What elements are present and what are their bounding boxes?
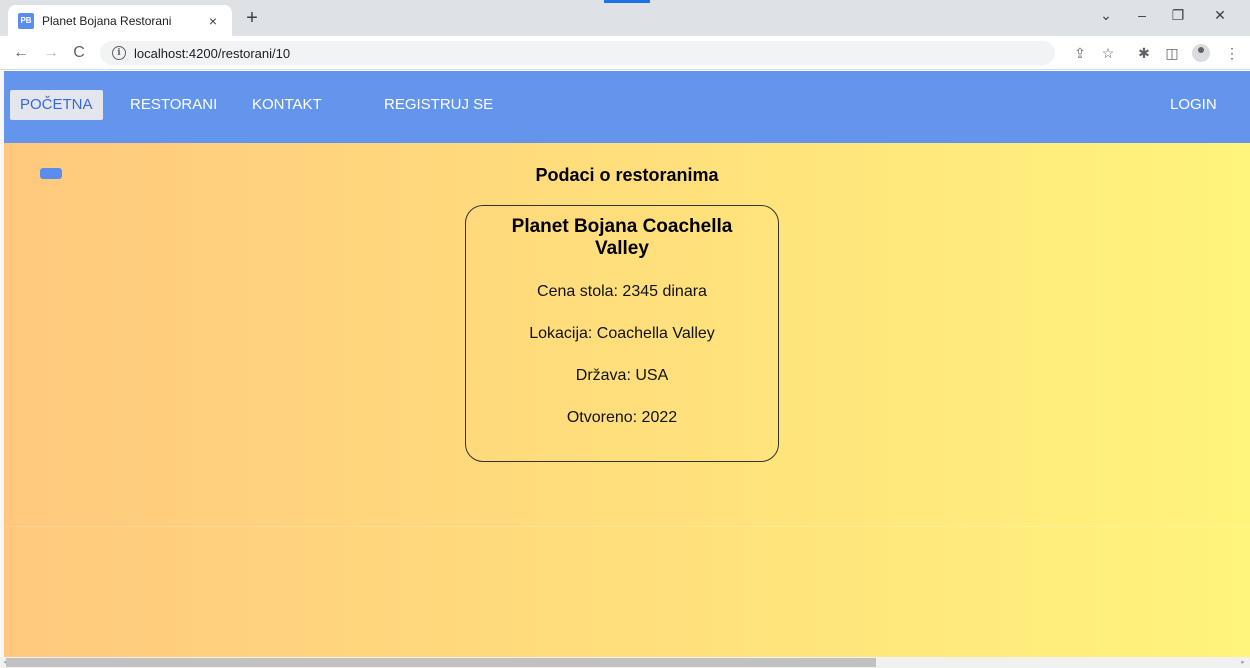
scrollbar-thumb[interactable]: [6, 658, 876, 667]
browser-menu-icon[interactable]: ⋮: [1222, 44, 1242, 62]
tab-title: Planet Bojana Restorani: [42, 13, 172, 28]
horizontal-scrollbar[interactable]: ◂ ▸: [0, 657, 1250, 668]
tab-search-chevron-icon[interactable]: ⌄: [1094, 7, 1118, 27]
restaurant-card: Planet Bojana Coachella Valley Cena stol…: [465, 205, 779, 462]
url-text[interactable]: localhost:4200/restorani/10: [134, 46, 290, 61]
nav-item-restorani[interactable]: RESTORANI: [120, 90, 227, 120]
share-icon[interactable]: ⇪: [1070, 44, 1090, 62]
address-bar[interactable]: i localhost:4200/restorani/10: [100, 41, 1055, 65]
reload-button[interactable]: C: [68, 42, 90, 64]
close-window-button[interactable]: ✕: [1208, 7, 1232, 27]
opened-year: Otvoreno: 2022: [566, 409, 678, 426]
section-divider: [4, 526, 1250, 527]
app-navbar: POČETNA RESTORANI KONTAKT REGISTRUJ SE L…: [4, 71, 1250, 143]
site-info-icon[interactable]: i: [112, 46, 126, 60]
address-toolbar: ← → C i localhost:4200/restorani/10 ⇪ ☆ …: [0, 36, 1250, 70]
new-tab-button[interactable]: +: [240, 7, 264, 31]
tab-close-icon[interactable]: ×: [204, 13, 222, 29]
back-button[interactable]: ←: [10, 42, 32, 64]
side-panel-icon[interactable]: ◫: [1162, 44, 1182, 62]
page-content: POČETNA RESTORANI KONTAKT REGISTRUJ SE L…: [4, 71, 1250, 657]
extensions-icon[interactable]: ✱: [1134, 44, 1154, 62]
nav-item-login[interactable]: LOGIN: [1160, 90, 1227, 120]
nav-item-registruj[interactable]: REGISTRUJ SE: [374, 90, 503, 120]
tab-indicator: [604, 0, 650, 3]
page-title: Podaci o restoranima: [535, 165, 719, 185]
browser-tab[interactable]: PB Planet Bojana Restorani ×: [8, 5, 232, 36]
location: Lokacija: Coachella Valley: [529, 325, 715, 342]
scroll-right-icon[interactable]: ▸: [1238, 658, 1248, 666]
profile-avatar-icon[interactable]: [1192, 44, 1210, 62]
bookmark-star-icon[interactable]: ☆: [1098, 44, 1118, 62]
forward-button[interactable]: →: [40, 42, 62, 64]
country: Država: USA: [575, 367, 669, 384]
restore-button[interactable]: ❐: [1166, 7, 1190, 27]
table-price: Cena stola: 2345 dinara: [537, 283, 707, 300]
nav-item-pocetna[interactable]: POČETNA: [10, 90, 103, 120]
favicon-icon: PB: [18, 12, 34, 29]
restaurant-name: Planet Bojana Coachella Valley: [511, 216, 733, 259]
nav-item-kontakt[interactable]: KONTAKT: [242, 90, 332, 120]
browser-tab-bar: PB Planet Bojana Restorani × + ⌄ – ❐ ✕: [0, 0, 1250, 36]
minimize-button[interactable]: –: [1130, 7, 1154, 27]
